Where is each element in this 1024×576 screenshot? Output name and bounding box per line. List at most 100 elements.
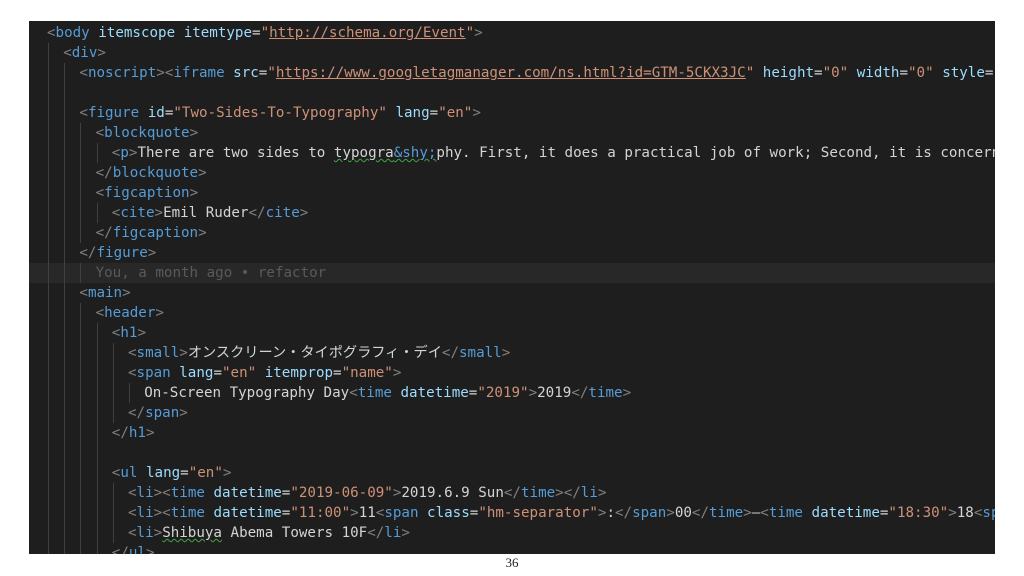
code-token: >: [179, 345, 188, 361]
code-token: "11:00": [290, 505, 351, 521]
code-token: <: [760, 505, 769, 521]
code-line[interactable]: [29, 443, 995, 463]
code-line[interactable]: <li><time datetime="2019-06-09">2019.6.9…: [29, 483, 995, 503]
code-token: ": [267, 65, 276, 81]
code-text: <div>: [63, 43, 106, 63]
code-editor[interactable]: <body itemscope itemtype="http://schema.…: [29, 21, 995, 554]
code-token: >: [189, 185, 199, 201]
code-line[interactable]: </span>: [29, 403, 995, 423]
code-token: li: [384, 525, 402, 541]
indent-guide: [96, 543, 98, 554]
indent-guide: [48, 303, 49, 323]
indent-guide: [96, 403, 98, 423]
code-token: li: [136, 485, 154, 501]
indent-guide: [80, 463, 82, 483]
code-line[interactable]: <figcaption>: [29, 183, 995, 203]
code-line[interactable]: </h1>: [29, 423, 995, 443]
code-line[interactable]: On-Screen Typography Day<time datetime="…: [29, 383, 995, 403]
code-token: <: [79, 65, 88, 81]
code-text: <h1>: [112, 323, 146, 343]
code-token: header: [104, 305, 156, 321]
code-token: ": [260, 25, 270, 41]
code-line[interactable]: <cite>Emil Ruder</cite>: [29, 203, 995, 223]
code-token: On-Screen Typography Day: [144, 385, 350, 401]
code-text: On-Screen Typography Day<time datetime="…: [144, 383, 631, 403]
indent-guide: [64, 543, 66, 554]
code-line[interactable]: <noscript><iframe src = "https://www.googl…: [29, 63, 995, 83]
indent-guide: [48, 83, 49, 103]
code-line[interactable]: </figure>: [29, 243, 995, 263]
indent-guide: [96, 503, 98, 523]
code-token: >: [154, 205, 164, 221]
code-token: <: [95, 125, 105, 141]
indent-guide: [96, 323, 98, 343]
code-token: >: [350, 505, 359, 521]
code-line[interactable]: <main>: [29, 283, 995, 303]
indent-guide: [48, 203, 49, 223]
code-text: <ul lang="en">: [112, 463, 232, 483]
indent-guide: [48, 423, 49, 443]
code-line[interactable]: <header>: [29, 303, 995, 323]
indent-guide: [112, 383, 114, 403]
code-line[interactable]: <li><time datetime="11:00">11<span class…: [29, 503, 995, 523]
code-text: </span>: [128, 403, 188, 423]
indent-guide: [64, 243, 66, 263]
code-token: >: [597, 485, 607, 501]
code-line[interactable]: <body itemscope itemtype="http://schema.…: [29, 23, 995, 43]
indent-guide: [64, 403, 66, 423]
code-token: datetime: [400, 385, 469, 401]
code-token: itemtype: [183, 25, 253, 41]
code-token: =: [213, 365, 222, 381]
code-line[interactable]: <h1>: [29, 323, 995, 343]
code-text: </blockquote>: [96, 163, 207, 183]
indent-guide: [48, 183, 49, 203]
code-token: "2019": [477, 385, 529, 401]
indent-guide: [80, 323, 82, 343]
code-line[interactable]: </figcaption>: [29, 223, 995, 243]
code-token: <: [128, 505, 137, 521]
code-token: 2019: [537, 385, 572, 401]
code-token: style: [942, 65, 985, 81]
code-token[interactable]: https://www.googletagmanager.com/ns.html…: [276, 65, 746, 81]
code-line[interactable]: <small>オンスクリーン・タイポグラフィ・デイ</small>: [29, 343, 995, 363]
git-blame-line[interactable]: You, a month ago • refactor: [29, 263, 995, 283]
code-token: 2019.6.9 Sun: [401, 485, 504, 501]
code-line[interactable]: <p>There are two sides to typogra&shy;ph…: [29, 143, 995, 163]
indent-guide: [96, 423, 98, 443]
code-token: time: [768, 505, 803, 521]
code-token: <: [349, 385, 358, 401]
code-token: </: [571, 385, 589, 401]
code-line[interactable]: <blockquote>: [29, 123, 995, 143]
indent-guide: [80, 163, 82, 183]
code-token: =: [252, 25, 261, 41]
code-line[interactable]: </ul>: [29, 543, 995, 554]
code-line[interactable]: <figure id = "Two-Sides-To-Typography" lan…: [29, 103, 995, 123]
code-line[interactable]: </blockquote>: [29, 163, 995, 183]
code-line[interactable]: <div>: [29, 43, 995, 63]
code-token: "en": [221, 365, 257, 381]
code-line[interactable]: <li>Shibuya Abema Towers 10F</li>: [29, 523, 995, 543]
code-token: typogra: [333, 145, 394, 161]
indent-guide: [80, 263, 82, 283]
code-token: >: [401, 525, 410, 541]
code-token: datetime: [811, 505, 880, 521]
code-line[interactable]: [29, 83, 995, 103]
code-text: <header>: [96, 303, 164, 323]
code-line[interactable]: <span lang="en" itemprop="name">: [29, 363, 995, 383]
code-text: <p>There are two sides to typogra&shy;ph…: [112, 143, 995, 163]
code-token: span: [136, 365, 171, 381]
indent-guide: [80, 183, 82, 203]
indent-guide: [64, 423, 66, 443]
indent-guide: [80, 123, 82, 143]
indent-guide: [48, 243, 49, 263]
code-text: <blockquote>: [96, 123, 199, 143]
code-token[interactable]: http://schema.org/Event: [269, 25, 465, 41]
code-token: >: [948, 505, 957, 521]
code-token: :: [606, 505, 615, 521]
code-token: body: [55, 25, 90, 41]
code-token: span: [982, 505, 995, 521]
indent-guide: [48, 543, 49, 554]
code-line[interactable]: <ul lang="en">: [29, 463, 995, 483]
